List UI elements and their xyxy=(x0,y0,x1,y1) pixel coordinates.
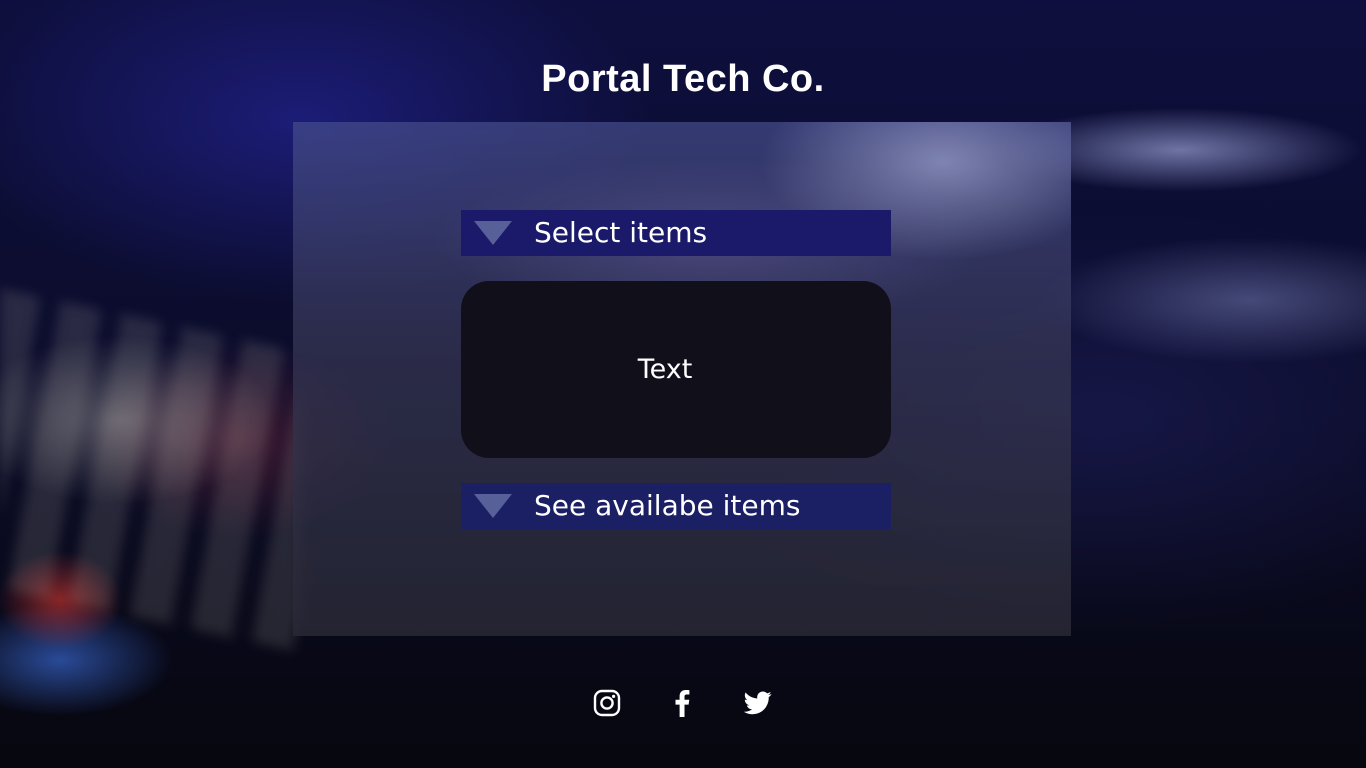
page-title: Portal Tech Co. xyxy=(541,58,825,100)
text-box: Text xyxy=(461,281,891,458)
available-items-dropdown[interactable]: See availabe items xyxy=(461,483,891,529)
select-items-label: Select items xyxy=(534,216,708,249)
available-items-label: See availabe items xyxy=(534,489,801,522)
instagram-icon[interactable] xyxy=(592,688,622,718)
select-items-dropdown[interactable]: Select items xyxy=(461,210,891,256)
text-box-content: Text xyxy=(637,354,693,385)
background-keyboard xyxy=(0,288,300,652)
dropdown-triangle-icon xyxy=(474,494,512,518)
dropdown-triangle-icon xyxy=(474,221,512,245)
twitter-icon[interactable] xyxy=(743,688,773,718)
facebook-icon[interactable] xyxy=(667,688,697,718)
